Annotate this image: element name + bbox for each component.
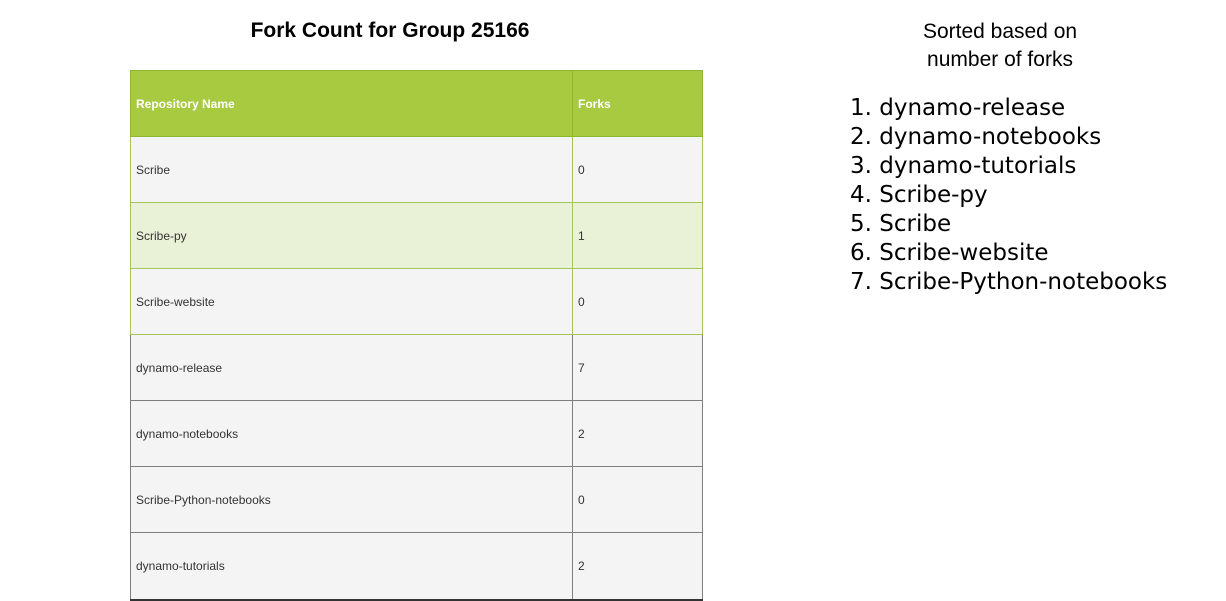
sorted-repository-list: 1. dynamo-release 2. dynamo-notebooks 3.…	[850, 94, 1167, 297]
forks-cell: 2	[572, 400, 703, 467]
list-item: 1. dynamo-release	[850, 95, 1066, 121]
forks-cell: 0	[572, 268, 703, 335]
page-title: Fork Count for Group 25166	[250, 19, 530, 42]
fork-count-table-container: Repository Name Forks Scribe 0 Scribe-py…	[130, 70, 703, 601]
table-row: Scribe-website 0	[130, 268, 703, 335]
sort-note: Sorted based on number of forks	[860, 18, 1140, 74]
forks-cell: 7	[572, 334, 703, 401]
list-item: 6. Scribe-website	[850, 240, 1049, 266]
column-header-repository-name: Repository Name	[130, 70, 573, 137]
list-item: 5. Scribe	[850, 211, 952, 237]
repository-name-cell: dynamo-release	[130, 334, 573, 401]
forks-cell: 0	[572, 136, 703, 203]
forks-cell: 2	[572, 532, 703, 601]
repository-name-cell: Scribe-website	[130, 268, 573, 335]
column-header-forks: Forks	[572, 70, 703, 137]
list-item: 4. Scribe-py	[850, 182, 988, 208]
list-item: 2. dynamo-notebooks	[850, 124, 1102, 150]
repository-name-cell: Scribe-py	[130, 202, 573, 269]
list-item: 7. Scribe-Python-notebooks	[850, 269, 1168, 295]
repository-name-cell: dynamo-tutorials	[130, 532, 573, 601]
sort-note-line-2: number of forks	[927, 48, 1073, 71]
fork-count-table: Repository Name Forks Scribe 0 Scribe-py…	[130, 70, 703, 601]
table-row: Scribe-Python-notebooks 0	[130, 466, 703, 533]
table-row: dynamo-release 7	[130, 334, 703, 401]
sort-note-line-1: Sorted based on	[922, 20, 1078, 43]
forks-cell: 1	[572, 202, 703, 269]
repository-name-cell: dynamo-notebooks	[130, 400, 573, 467]
table-row: Scribe-py 1	[130, 202, 703, 269]
table-header-row: Repository Name Forks	[130, 70, 703, 137]
table-row: dynamo-tutorials 2	[130, 532, 703, 601]
repository-name-cell: Scribe-Python-notebooks	[130, 466, 573, 533]
table-row: dynamo-notebooks 2	[130, 400, 703, 467]
table-row: Scribe 0	[130, 136, 703, 203]
list-item: 3. dynamo-tutorials	[850, 153, 1077, 179]
repository-name-cell: Scribe	[130, 136, 573, 203]
forks-cell: 0	[572, 466, 703, 533]
